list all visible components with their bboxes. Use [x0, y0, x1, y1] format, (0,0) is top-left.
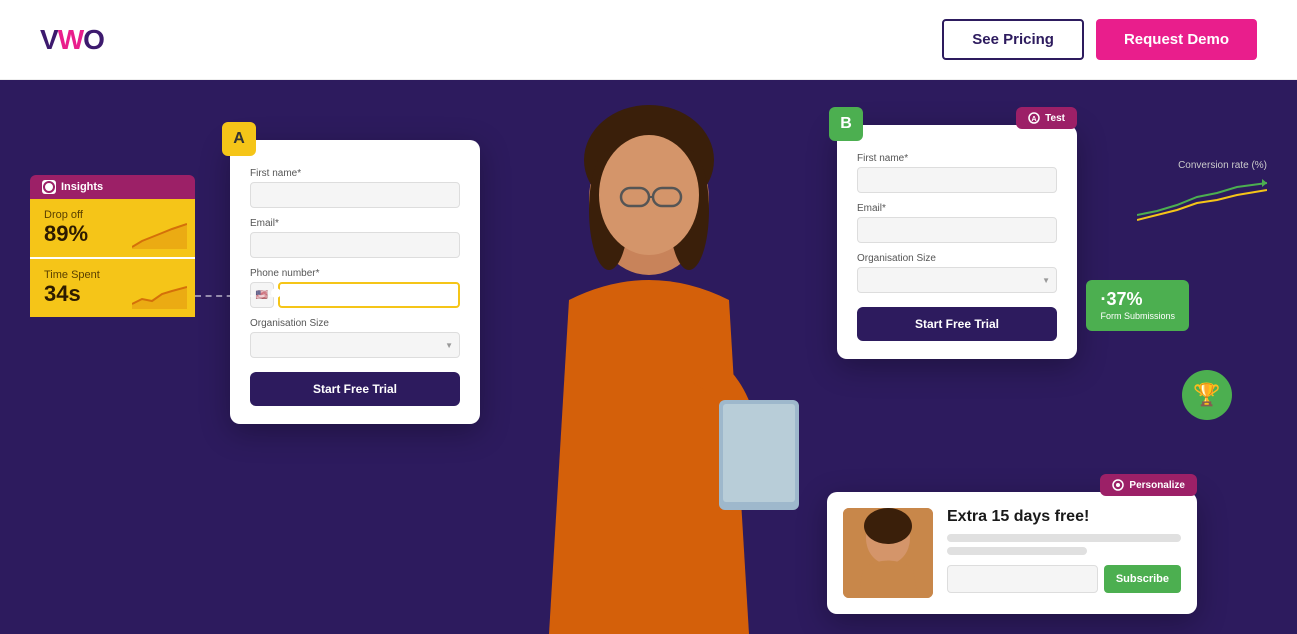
- form-b-firstname-input[interactable]: [857, 167, 1057, 193]
- time-spent-card: Time Spent 34s: [30, 259, 195, 317]
- time-sparkline: [132, 279, 187, 309]
- request-demo-button[interactable]: Request Demo: [1096, 19, 1257, 60]
- form-a-badge: A: [222, 122, 256, 156]
- subscribe-input[interactable]: [947, 565, 1098, 593]
- trophy-badge: 🏆: [1182, 370, 1232, 420]
- form-b-cta[interactable]: Start Free Trial: [857, 307, 1057, 341]
- header: VWO See Pricing Request Demo: [0, 0, 1297, 80]
- personalize-lines: [947, 534, 1181, 555]
- form-a-org-select[interactable]: ▼: [250, 332, 460, 358]
- form-a-firstname-input[interactable]: [250, 182, 460, 208]
- conversion-chart: [1137, 175, 1267, 225]
- insights-card: Insights Drop off 89% Time Spent 34s: [30, 175, 195, 317]
- personalize-badge: Personalize: [1100, 474, 1197, 496]
- personalize-person-img: [843, 508, 933, 598]
- personalize-line-2: [947, 547, 1087, 555]
- person-svg: [479, 80, 819, 634]
- form-a-firstname-label: First name*: [250, 168, 460, 179]
- header-buttons: See Pricing Request Demo: [942, 19, 1257, 60]
- insights-header: Insights: [30, 175, 195, 199]
- insights-label: Insights: [61, 181, 103, 193]
- form-a-email-input[interactable]: [250, 232, 460, 258]
- form-b-email-input[interactable]: [857, 217, 1057, 243]
- trophy-icon: 🏆: [1193, 382, 1220, 408]
- main-section: Insights Drop off 89% Time Spent 34s A F…: [0, 80, 1297, 634]
- personalize-subscribe-row: Subscribe: [947, 565, 1181, 593]
- form-b-email-label: Email*: [857, 203, 1057, 214]
- personalize-card: Personalize Extra 15 days free! Subscrib…: [827, 492, 1197, 614]
- green-badge-sublabel: Form Submissions: [1100, 311, 1175, 323]
- personalize-title: Extra 15 days free!: [947, 508, 1181, 526]
- form-b-org-select[interactable]: ▼: [857, 267, 1057, 293]
- select-arrow: ▼: [445, 341, 453, 350]
- test-icon: A: [1028, 112, 1040, 124]
- dropoff-sparkline: [132, 219, 187, 249]
- subscribe-button[interactable]: Subscribe: [1104, 565, 1181, 593]
- form-a-phone-label: Phone number*: [250, 268, 460, 279]
- form-a-org-label: Organisation Size: [250, 318, 460, 329]
- logo: VWO: [40, 24, 104, 56]
- dropoff-card: Drop off 89%: [30, 199, 195, 257]
- select-arrow-b: ▼: [1042, 276, 1050, 285]
- svg-text:A: A: [1032, 116, 1037, 123]
- form-a-email-label: Email*: [250, 218, 460, 229]
- personalize-badge-label: Personalize: [1129, 480, 1185, 491]
- form-b-firstname-label: First name*: [857, 153, 1057, 164]
- form-b-org-label: Organisation Size: [857, 253, 1057, 264]
- green-badge: ·37% Form Submissions: [1086, 280, 1189, 331]
- green-badge-value: ·37%: [1100, 288, 1175, 311]
- form-a: A First name* Email* Phone number* 🇺🇸 Or…: [230, 140, 480, 424]
- conversion-card: Conversion rate (%): [1137, 160, 1267, 230]
- form-a-phone-wrapper: 🇺🇸: [250, 282, 460, 308]
- form-b-badge: B: [829, 107, 863, 141]
- insights-icon: [42, 180, 56, 194]
- form-b: B A Test First name* Email* Organisation…: [837, 125, 1077, 359]
- conversion-label: Conversion rate (%): [1137, 160, 1267, 171]
- personalize-icon: [1112, 479, 1124, 491]
- test-badge-label: Test: [1045, 113, 1065, 124]
- see-pricing-button[interactable]: See Pricing: [942, 19, 1084, 60]
- form-a-cta[interactable]: Start Free Trial: [250, 372, 460, 406]
- personalize-content: Extra 15 days free! Subscribe: [947, 508, 1181, 598]
- personalize-line-1: [947, 534, 1181, 542]
- test-badge: A Test: [1016, 107, 1077, 129]
- personalize-person-svg: [843, 508, 933, 598]
- person-image: [479, 80, 819, 634]
- form-a-phone-input[interactable]: [278, 282, 460, 308]
